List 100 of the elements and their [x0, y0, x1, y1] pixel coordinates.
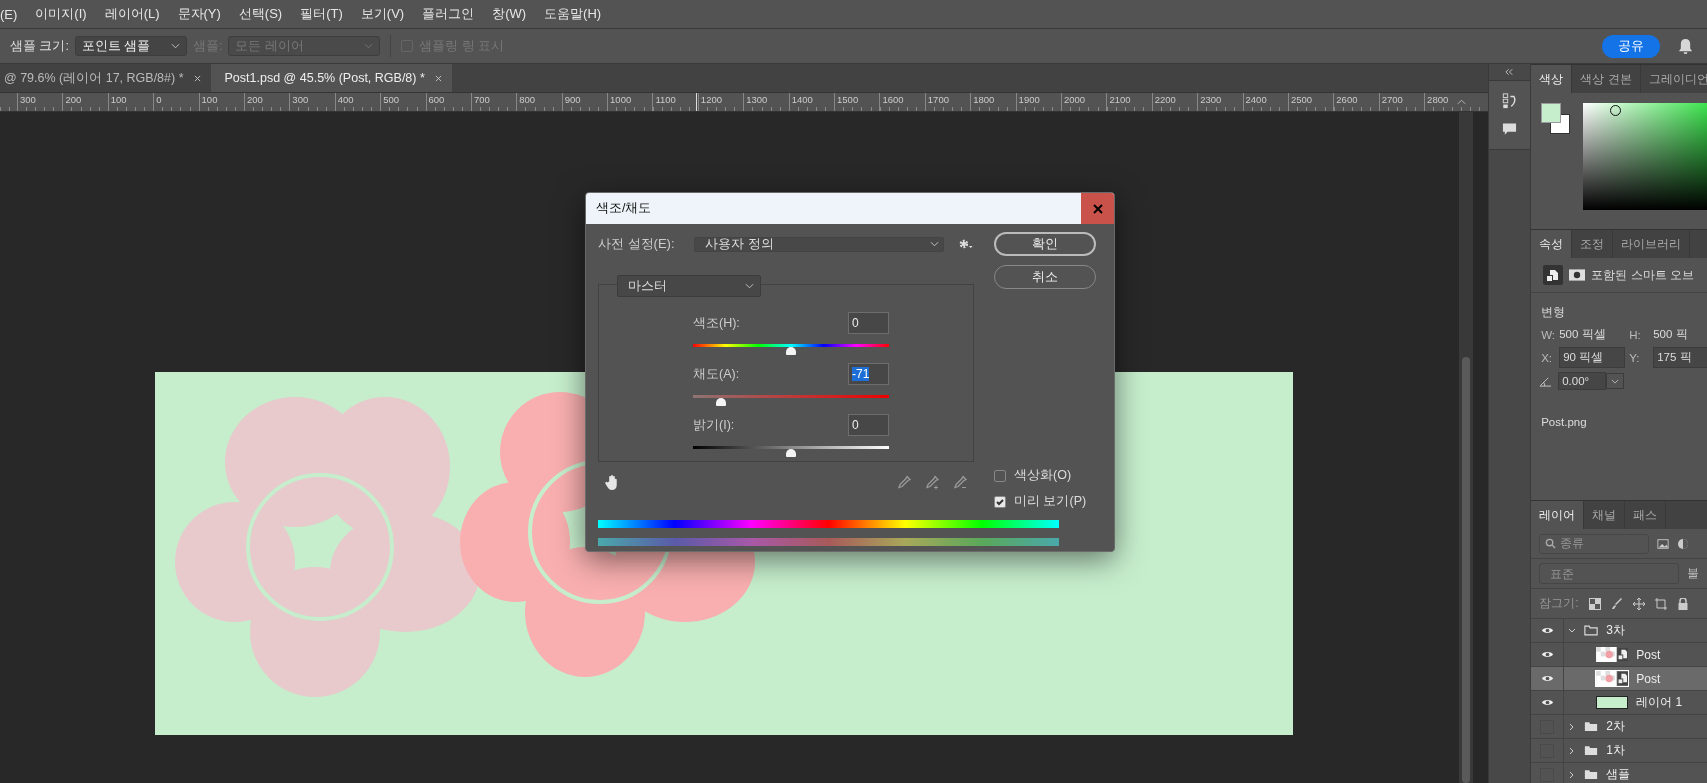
- slider-label: 색조(H):: [693, 314, 740, 332]
- panel-tab[interactable]: 레이어: [1531, 501, 1585, 529]
- ruler-label: 1900: [1018, 94, 1040, 105]
- scrollbar-thumb[interactable]: [1462, 357, 1471, 783]
- panel-tab[interactable]: 조정: [1572, 230, 1614, 258]
- collapse-icon[interactable]: [1505, 69, 1515, 75]
- chevron-icon: [930, 241, 940, 247]
- menu-item[interactable]: 레이어(L): [104, 5, 160, 23]
- panel-tab[interactable]: 속성: [1531, 230, 1573, 258]
- panel-tab[interactable]: 패스: [1625, 501, 1667, 529]
- layer-thumbnail: [1596, 647, 1629, 662]
- angle-field[interactable]: 0.00°: [1558, 372, 1607, 390]
- eye-icon[interactable]: [1540, 626, 1554, 635]
- chevron-icon[interactable]: [1568, 626, 1577, 635]
- ruler-label: 1600: [882, 94, 904, 105]
- y-field[interactable]: 175 픽: [1653, 347, 1707, 368]
- preset-select[interactable]: 사용자 정의: [693, 236, 945, 252]
- panel-tab[interactable]: 채널: [1584, 501, 1626, 529]
- menu-item[interactable]: 이미지(I): [35, 5, 87, 23]
- layer-row[interactable]: 3차: [1531, 619, 1707, 643]
- panel-tab[interactable]: 색상 견본: [1572, 65, 1641, 93]
- hand-icon[interactable]: [604, 474, 620, 491]
- section-title: 변형: [1540, 304, 1567, 321]
- ruler-label: 800: [519, 94, 536, 105]
- layer-row[interactable]: Post: [1531, 667, 1707, 691]
- ruler-label: 1400: [791, 94, 813, 105]
- image-filter-icon[interactable]: [1657, 537, 1670, 550]
- document-tab[interactable]: Post1.psd @ 45.5% (Post, RGB/8) *: [210, 64, 452, 92]
- menu-item[interactable]: 보기(V): [360, 5, 405, 23]
- eyedropper-icon[interactable]: [924, 474, 940, 491]
- eyedropper-icon[interactable]: [952, 474, 968, 491]
- slider-thumb[interactable]: [716, 398, 727, 406]
- eye-icon[interactable]: [1540, 698, 1554, 707]
- menu-item[interactable]: 도움말(H): [544, 5, 602, 23]
- ok-button[interactable]: 확인: [994, 232, 1096, 256]
- panel-tab[interactable]: 라이브러리: [1613, 230, 1691, 258]
- lock-pixels-icon[interactable]: [1588, 597, 1601, 610]
- artboard-icon[interactable]: [1654, 597, 1667, 610]
- layer-row[interactable]: 샘플: [1531, 763, 1707, 783]
- object-type-label: 포함된 스마트 오브: [1591, 266, 1694, 284]
- file-name: Post.png: [1540, 415, 1588, 428]
- sample-size-select[interactable]: 포인트 샘플: [74, 36, 187, 56]
- settings-icon[interactable]: [958, 238, 974, 250]
- value-field[interactable]: 0: [848, 414, 889, 436]
- bell-icon[interactable]: [1678, 37, 1693, 55]
- menu-item[interactable]: 선택(S): [238, 5, 283, 23]
- x-label: X:: [1541, 351, 1554, 364]
- value-field[interactable]: 0: [848, 312, 889, 334]
- ruler-label: 2600: [1336, 94, 1358, 105]
- close-icon[interactable]: [434, 74, 442, 82]
- close-button[interactable]: [1081, 193, 1114, 224]
- slider-label: 채도(A):: [693, 365, 740, 383]
- eye-icon[interactable]: [1540, 674, 1554, 683]
- preview-checkbox[interactable]: [994, 495, 1006, 508]
- brush-icon[interactable]: [1610, 597, 1623, 610]
- comment-icon[interactable]: [1502, 121, 1518, 137]
- color-swatches[interactable]: [1541, 103, 1570, 133]
- slider-thumb[interactable]: [786, 347, 796, 355]
- ruler-label: 600: [428, 94, 445, 105]
- ruler-label: 200: [65, 94, 82, 105]
- ruler-label: 1000: [610, 94, 632, 105]
- search-icon: [1545, 538, 1557, 549]
- opacity-label: 불: [1687, 565, 1699, 582]
- layer-thumbnail: [1596, 696, 1629, 709]
- eyedropper-icon[interactable]: [896, 474, 912, 491]
- menu-item[interactable]: 필터(T): [300, 5, 343, 23]
- eye-icon[interactable]: [1540, 650, 1554, 659]
- layer-row[interactable]: 1차: [1531, 739, 1707, 763]
- share-button[interactable]: 공유: [1602, 34, 1660, 58]
- ruler-label: 300: [20, 94, 36, 105]
- panel-tab[interactable]: 색상: [1531, 65, 1573, 93]
- x-field[interactable]: 90 픽셀: [1559, 347, 1626, 368]
- value-field[interactable]: -71: [848, 363, 889, 385]
- layer-thumbnail: [1596, 671, 1629, 686]
- ruler-label: 2700: [1381, 94, 1403, 105]
- slider-label: 밝기(I):: [693, 416, 735, 434]
- slider-thumb[interactable]: [786, 449, 796, 457]
- close-icon[interactable]: [193, 74, 201, 82]
- move-icon[interactable]: [1632, 597, 1645, 610]
- channel-select[interactable]: 마스터: [617, 275, 761, 297]
- layer-row[interactable]: 레이어 1: [1531, 691, 1707, 715]
- menu-item[interactable]: (E): [0, 6, 18, 22]
- ruler-label: 2300: [1200, 94, 1222, 105]
- ruler-label: 100: [201, 94, 218, 105]
- panel-tab[interactable]: 그레이디언: [1640, 65, 1707, 93]
- colorize-label: 색상화(O): [1014, 467, 1072, 484]
- scroll-up-icon[interactable]: [1457, 99, 1467, 105]
- color-field[interactable]: [1583, 103, 1707, 210]
- adjustment-filter-icon[interactable]: [1677, 537, 1690, 550]
- colorize-checkbox[interactable]: [994, 469, 1006, 482]
- menu-item[interactable]: 플러그인: [422, 5, 475, 23]
- ruler-label: 2100: [1109, 94, 1131, 105]
- menu-item[interactable]: 문자(Y): [177, 5, 221, 23]
- ruler-label: 2000: [1064, 94, 1086, 105]
- history-icon[interactable]: [1502, 93, 1518, 109]
- lock-icon[interactable]: [1676, 597, 1689, 610]
- layer-row[interactable]: 2차: [1531, 715, 1707, 739]
- cancel-button[interactable]: 취소: [994, 265, 1096, 289]
- document-tab[interactable]: @ 79.6% (레이어 17, RGB/8#) *: [0, 64, 211, 92]
- menu-item[interactable]: 창(W): [492, 5, 527, 23]
